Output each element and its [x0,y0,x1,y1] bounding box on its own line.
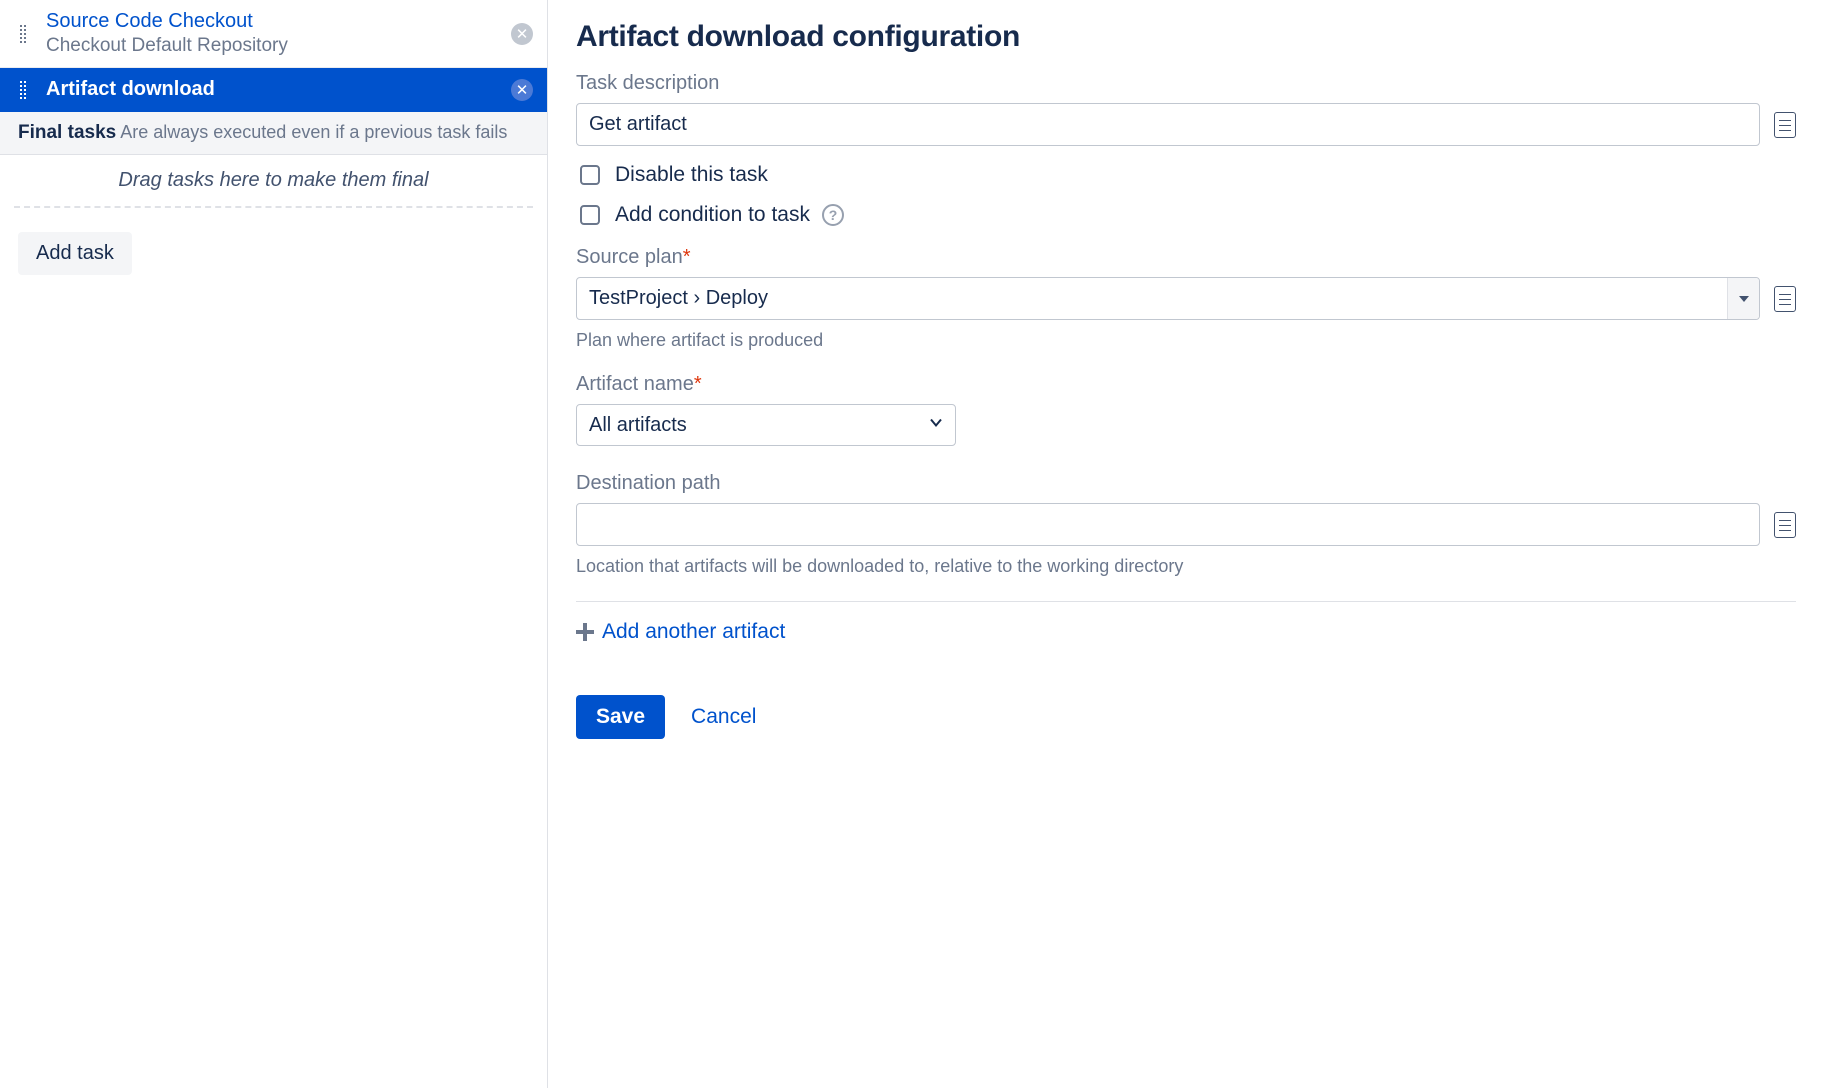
destination-path-input[interactable] [576,503,1760,546]
variables-helper-icon[interactable] [1774,286,1796,312]
cancel-button[interactable]: Cancel [685,695,762,739]
source-plan-helper: Plan where artifact is produced [576,330,1796,351]
variables-helper-icon[interactable] [1774,112,1796,138]
artifact-name-label: Artifact name* [576,373,1796,396]
source-plan-select[interactable]: TestProject › Deploy [576,277,1760,320]
add-condition-label[interactable]: Add condition to task [615,203,810,227]
task-item-artifact-download[interactable]: Artifact download ✕ [0,68,547,112]
task-title: Source Code Checkout [46,10,511,33]
chevron-down-icon[interactable] [1727,278,1759,319]
disable-task-label[interactable]: Disable this task [615,163,768,187]
close-icon[interactable]: ✕ [511,79,533,101]
close-icon[interactable]: ✕ [511,23,533,45]
divider [576,601,1796,602]
destination-path-label: Destination path [576,472,1796,495]
source-plan-label: Source plan* [576,246,1796,269]
add-another-artifact-label: Add another artifact [602,620,785,644]
drag-handle-icon[interactable] [20,81,34,99]
destination-path-helper: Location that artifacts will be download… [576,556,1796,577]
task-description-input[interactable] [576,103,1760,146]
disable-task-checkbox[interactable] [580,165,600,185]
config-panel: Artifact download configuration Task des… [548,0,1824,1088]
page-title: Artifact download configuration [576,20,1796,54]
plus-icon [576,623,594,641]
final-tasks-drop-zone[interactable]: Drag tasks here to make them final [14,155,533,208]
final-tasks-label: Final tasks [18,122,116,143]
source-plan-value: TestProject › Deploy [577,278,1727,319]
final-tasks-header: Final tasks Are always executed even if … [0,112,547,155]
task-title: Artifact download [46,78,511,101]
add-condition-checkbox[interactable] [580,205,600,225]
variables-helper-icon[interactable] [1774,512,1796,538]
add-another-artifact-link[interactable]: Add another artifact [576,620,785,644]
task-subtitle: Checkout Default Repository [46,35,511,57]
task-list-panel: Source Code Checkout Checkout Default Re… [0,0,548,1088]
artifact-name-select[interactable]: All artifacts [576,404,956,446]
drag-handle-icon[interactable] [20,25,34,43]
add-task-button[interactable]: Add task [18,232,132,275]
final-tasks-desc: Are always executed even if a previous t… [120,122,507,142]
save-button[interactable]: Save [576,695,665,739]
task-description-label: Task description [576,72,1796,95]
help-icon[interactable]: ? [822,204,844,226]
task-item-source-code-checkout[interactable]: Source Code Checkout Checkout Default Re… [0,0,547,68]
